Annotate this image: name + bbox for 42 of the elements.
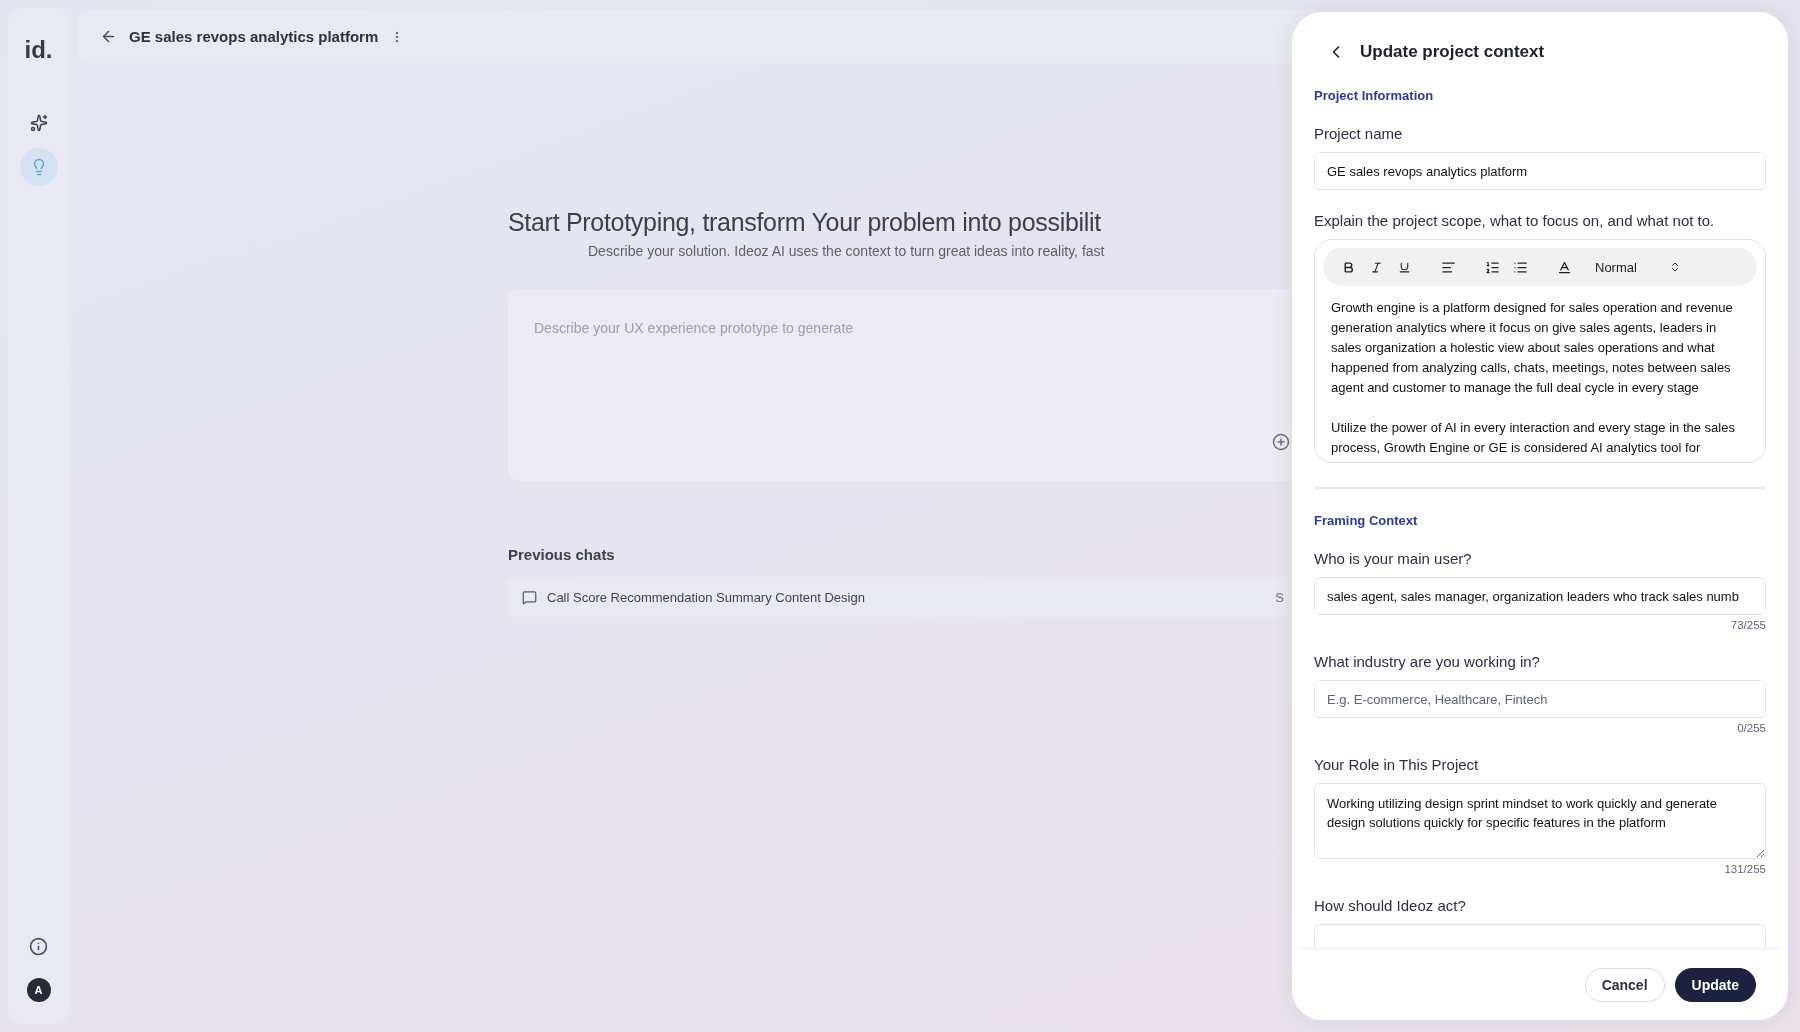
sparkles-icon (29, 114, 48, 132)
section-heading: Project Information (1314, 88, 1435, 103)
page-subheading: Describe your solution. Ideoz AI uses the context to turn great ideas into reality, fast (588, 243, 1105, 259)
rich-text-editor[interactable] (1314, 239, 1766, 463)
chat-icon (522, 589, 537, 605)
editor-paragraph: Growth engine is a platform designed for sales operation and revenue generation analytics where it focus on give sales agents, leaders in sales organization a holestic view about sales operations and what happened from analyzing calls, chats, meetings, notes between sales agent and customer to manage the full deal cycle in every stage (1331, 299, 1734, 397)
character-counter: 0/255 (1736, 722, 1766, 734)
underline-icon (1397, 260, 1411, 274)
section-heading: Framing Context (1314, 513, 1419, 528)
field-label: What industry are you working in? (1314, 653, 1541, 670)
text-field[interactable]: E.g. E-commerce, Healthcare, Fintech (1314, 680, 1766, 718)
page-heading: Start Prototyping, transform Your problem into possibilit (508, 208, 1101, 237)
character-counter: 131/255 (1723, 863, 1766, 875)
bullet-list-icon (1512, 259, 1528, 275)
logo: id. (24, 36, 53, 64)
add-icon[interactable] (1272, 433, 1290, 451)
field-label: Who is your main user? (1314, 550, 1473, 567)
editor-paragraph: Utilize the power of AI in every interaction and every stage in the sales process, Growth Engine or GE is considered AI analytics tool for (1331, 419, 1736, 457)
cancel-button[interactable]: Cancel (1584, 967, 1665, 1002)
chat-title: Call Score Recommendation Summary Content Design (547, 589, 866, 605)
character-counter: 73/255 (1729, 619, 1766, 631)
project-title: GE sales revops analytics platform (129, 28, 379, 45)
text-area[interactable]: Working utilizing design sprint mindset to work quickly and generate design solutions quickly for specific features in the platform (1314, 783, 1766, 859)
chat-item[interactable]: Call Score Recommendation Summary Content Design S (508, 577, 1288, 617)
text-field[interactable]: sales agent, sales manager, organization leaders who track sales numb (1314, 577, 1766, 615)
text-field[interactable]: GE sales revops analytics platform (1314, 152, 1766, 190)
field-label: How should Ideoz act? (1314, 897, 1467, 914)
chat-date: S (1275, 589, 1284, 605)
italic-icon (1369, 260, 1383, 274)
field-label: Explain the project scope, what to focus on, and what not to. (1314, 212, 1716, 229)
text-color-icon (1556, 259, 1572, 275)
align-left-icon (1440, 259, 1456, 275)
field-label: Your Role in This Project (1314, 756, 1480, 773)
info-icon[interactable] (29, 937, 48, 956)
field-label: Project name (1314, 125, 1404, 142)
text-style-select[interactable]: Normal (1595, 259, 1681, 275)
update-button[interactable]: Update (1674, 967, 1756, 1002)
panel-title: Update project context (1360, 42, 1545, 62)
section-title: Previous chats (508, 546, 615, 563)
user-avatar[interactable]: A (26, 978, 51, 1002)
ordered-list-icon (1484, 259, 1500, 275)
prompt-field[interactable]: Describe your UX experience prototype to generate (532, 319, 1032, 337)
